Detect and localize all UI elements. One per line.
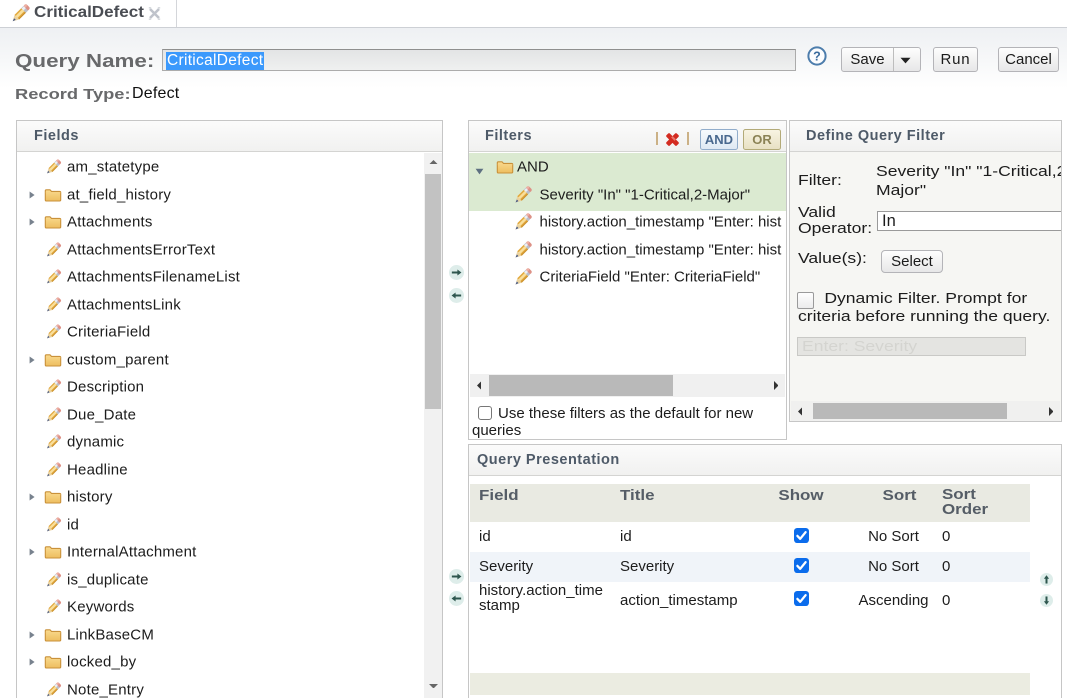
svg-text:?: ? xyxy=(813,49,821,63)
